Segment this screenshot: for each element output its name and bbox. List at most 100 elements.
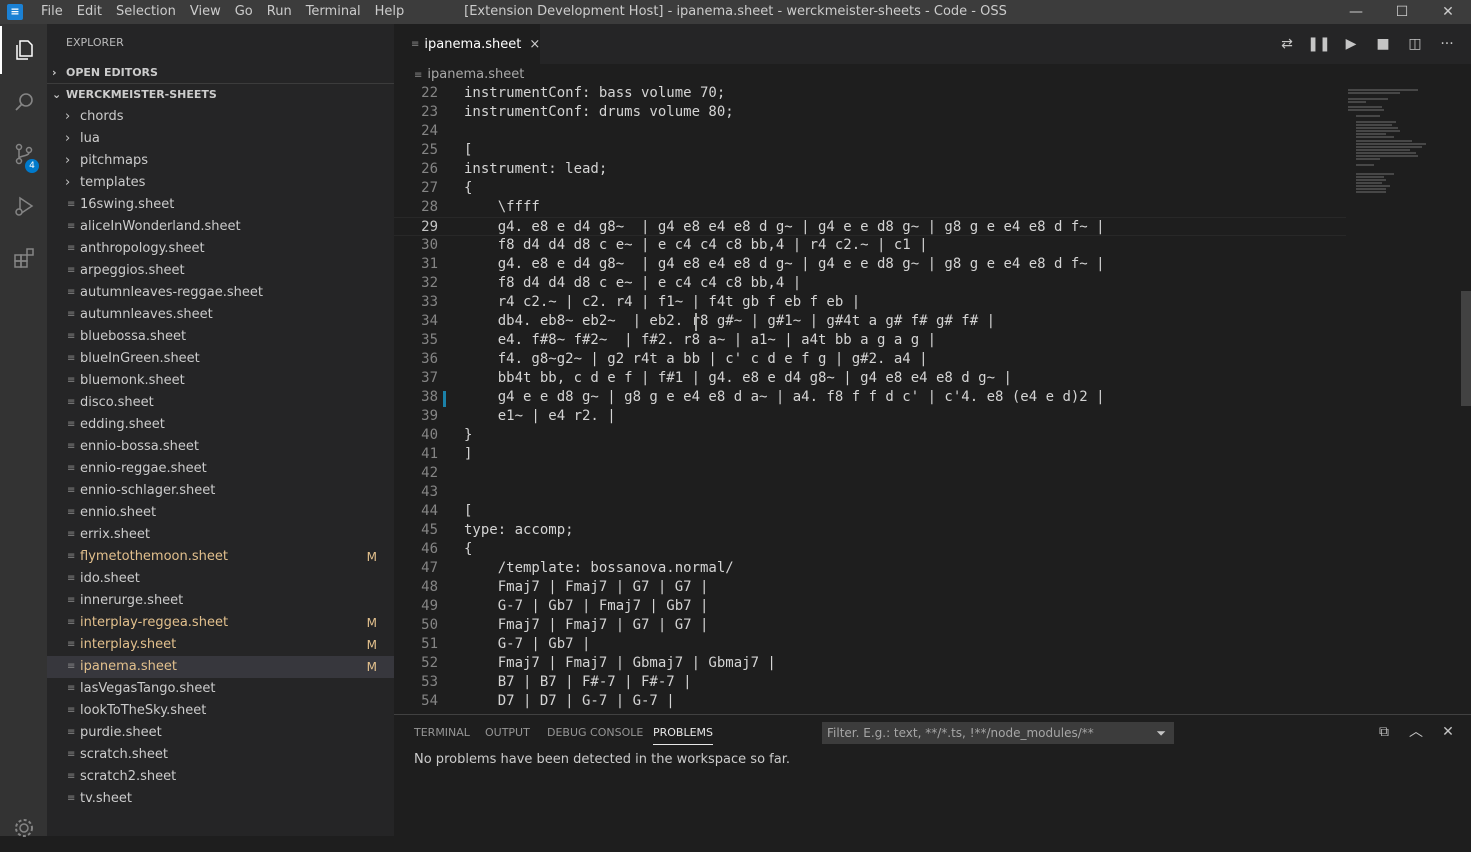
search-icon[interactable] <box>0 78 47 126</box>
code-line[interactable]: 30 f8 d4 d4 d8 c e~ | e c4 c4 c8 bb,4 | … <box>394 236 1346 255</box>
folder-item[interactable]: › pitchmaps <box>47 150 394 172</box>
maximize-button[interactable]: ☐ <box>1379 0 1425 24</box>
file-item[interactable]: ≡ autumnleaves.sheet <box>47 304 394 326</box>
code-line[interactable]: 39 e1~ | e4 r2. | <box>394 407 1346 426</box>
close-tab-icon[interactable]: × <box>529 37 540 52</box>
play-icon[interactable]: ▶ <box>1335 36 1367 52</box>
tab-terminal[interactable]: TERMINAL <box>414 715 470 750</box>
file-item[interactable]: ≡ ennio.sheet <box>47 502 394 524</box>
file-item[interactable]: ≡ anthropology.sheet <box>47 238 394 260</box>
file-item[interactable]: ≡ innerurge.sheet <box>47 590 394 612</box>
file-item[interactable]: ≡ autumnleaves-reggae.sheet <box>47 282 394 304</box>
menu-run[interactable]: Run <box>260 0 299 24</box>
manage-gear-icon[interactable] <box>0 804 47 852</box>
more-actions-icon[interactable]: ··· <box>1431 36 1463 52</box>
code-line[interactable]: 54 D7 | D7 | G-7 | G-7 | <box>394 692 1346 711</box>
menu-go[interactable]: Go <box>228 0 260 24</box>
code-line[interactable]: 32 f8 d4 d4 d8 c e~ | e c4 c4 c8 bb,4 | <box>394 274 1346 293</box>
open-editors-section[interactable]: › OPEN EDITORS <box>47 62 394 84</box>
file-item[interactable]: ≡ errix.sheet <box>47 524 394 546</box>
collapse-all-icon[interactable]: ⧉ <box>1373 721 1395 743</box>
maximize-panel-icon[interactable]: ︿ <box>1405 721 1427 743</box>
code-line[interactable]: 23 instrumentConf: drums volume 80; <box>394 103 1346 122</box>
pause-icon[interactable]: ❚❚ <box>1303 36 1335 52</box>
file-item[interactable]: ≡ ipanema.sheet M <box>47 656 394 678</box>
stop-icon[interactable]: ■ <box>1367 36 1399 52</box>
code-line[interactable]: 49 G-7 | Gb7 | Fmaj7 | Gb7 | <box>394 597 1346 616</box>
folder-item[interactable]: › chords <box>47 106 394 128</box>
file-item[interactable]: ≡ 16swing.sheet <box>47 194 394 216</box>
code-line[interactable]: 44 [ <box>394 502 1346 521</box>
code-line[interactable]: 29 g4. e8 e d4 g8~ | g4 e8 e4 e8 d g~ | … <box>394 217 1346 236</box>
code-line[interactable]: 25 [ <box>394 141 1346 160</box>
explorer-icon[interactable] <box>0 26 47 74</box>
close-window-button[interactable]: ✕ <box>1425 0 1471 24</box>
menu-selection[interactable]: Selection <box>109 0 183 24</box>
file-item[interactable]: ≡ ennio-reggae.sheet <box>47 458 394 480</box>
code-area[interactable]: 22 instrumentConf: bass volume 70; 23 instr… <box>394 84 1346 714</box>
file-item[interactable]: ≡ aliceInWonderland.sheet <box>47 216 394 238</box>
file-item[interactable]: ≡ scratch2.sheet <box>47 766 394 788</box>
file-item[interactable]: ≡ tv.sheet <box>47 788 394 810</box>
code-line[interactable]: 40} <box>394 426 1346 445</box>
close-panel-icon[interactable]: ✕ <box>1437 721 1459 743</box>
code-line[interactable]: 36 f4. g8~g2~ | g2 r4t a bb | c' c d e f… <box>394 350 1346 369</box>
code-line[interactable]: 27 { <box>394 179 1346 198</box>
workspace-section[interactable]: ⌄ WERCKMEISTER-SHEETS <box>47 84 394 106</box>
code-line[interactable]: 41] <box>394 445 1346 464</box>
code-line[interactable]: 53 B7 | B7 | F#-7 | F#-7 | <box>394 673 1346 692</box>
menu-terminal[interactable]: Terminal <box>299 0 368 24</box>
source-control-icon[interactable]: 4 <box>0 130 47 178</box>
tab-output[interactable]: OUTPUT <box>485 715 530 750</box>
breadcrumb[interactable]: ≡ ipanema.sheet <box>394 64 1471 86</box>
file-item[interactable]: ≡ flymetothemoon.sheet M <box>47 546 394 568</box>
breadcrumb-file[interactable]: ipanema.sheet <box>427 67 524 82</box>
file-item[interactable]: ≡ disco.sheet <box>47 392 394 414</box>
tab-problems[interactable]: PROBLEMS <box>653 715 714 745</box>
minimap[interactable] <box>1346 86 1471 714</box>
file-item[interactable]: ≡ edding.sheet <box>47 414 394 436</box>
tab-debug-console[interactable]: DEBUG CONSOLE <box>547 715 643 750</box>
editor-scrollbar[interactable] <box>1461 291 1471 406</box>
menu-view[interactable]: View <box>183 0 228 24</box>
code-line[interactable]: 24 <box>394 122 1346 141</box>
menu-help[interactable]: Help <box>368 0 412 24</box>
code-line[interactable]: 46 { <box>394 540 1346 559</box>
folder-item[interactable]: › templates <box>47 172 394 194</box>
folder-item[interactable]: › lua <box>47 128 394 150</box>
file-item[interactable]: ≡ lookToTheSky.sheet <box>47 700 394 722</box>
file-item[interactable]: ≡ bluemonk.sheet <box>47 370 394 392</box>
code-line[interactable]: 47 /template: bossanova.normal/ <box>394 559 1346 578</box>
code-line[interactable]: 42 <box>394 464 1346 483</box>
code-line[interactable]: 43 <box>394 483 1346 502</box>
code-line[interactable]: 51 G-7 | Gb7 | <box>394 635 1346 654</box>
file-item[interactable]: ≡ arpeggios.sheet <box>47 260 394 282</box>
file-item[interactable]: ≡ interplay-reggea.sheet M <box>47 612 394 634</box>
tab-ipanema[interactable]: ≡ ipanema.sheet × <box>394 24 540 64</box>
file-item[interactable]: ≡ lasVegasTango.sheet <box>47 678 394 700</box>
file-item[interactable]: ≡ scratch.sheet <box>47 744 394 766</box>
code-line[interactable]: 22 instrumentConf: bass volume 70; <box>394 84 1346 103</box>
code-line[interactable]: 28 \ffff <box>394 198 1346 217</box>
file-item[interactable]: ≡ purdie.sheet <box>47 722 394 744</box>
code-line[interactable]: 26 instrument: lead; <box>394 160 1346 179</box>
extensions-icon[interactable] <box>0 234 47 282</box>
file-item[interactable]: ≡ ennio-bossa.sheet <box>47 436 394 458</box>
file-item[interactable]: ≡ ennio-schlager.sheet <box>47 480 394 502</box>
compare-icon[interactable]: ⇄ <box>1271 36 1303 52</box>
minimize-button[interactable]: — <box>1333 0 1379 24</box>
file-item[interactable]: ≡ ido.sheet <box>47 568 394 590</box>
code-line[interactable]: 50 Fmaj7 | Fmaj7 | G7 | G7 | <box>394 616 1346 635</box>
code-line[interactable]: 45 type: accomp; <box>394 521 1346 540</box>
file-item[interactable]: ≡ bluebossa.sheet <box>47 326 394 348</box>
filter-icon[interactable]: ⏷ <box>1156 722 1166 744</box>
code-line[interactable]: 37 bb4t bb, c d e f | f#1 | g4. e8 e d4 … <box>394 369 1346 388</box>
run-debug-icon[interactable] <box>0 182 47 230</box>
code-line[interactable]: 31 g4. e8 e d4 g8~ | g4 e8 e4 e8 d g~ | … <box>394 255 1346 274</box>
menu-edit[interactable]: Edit <box>70 0 109 24</box>
file-item[interactable]: ≡ interplay.sheet M <box>47 634 394 656</box>
code-line[interactable]: 35 e4. f#8~ f#2~ | f#2. r8 a~ | a1~ | a4… <box>394 331 1346 350</box>
code-line[interactable]: 33 r4 c2.~ | c2. r4 | f1~ | f4t gb f eb … <box>394 293 1346 312</box>
code-line[interactable]: 34 db4. eb8~ eb2~ | eb2. r8 g#~ | g#1~ |… <box>394 312 1346 331</box>
code-line[interactable]: 52 Fmaj7 | Fmaj7 | Gbmaj7 | Gbmaj7 | <box>394 654 1346 673</box>
